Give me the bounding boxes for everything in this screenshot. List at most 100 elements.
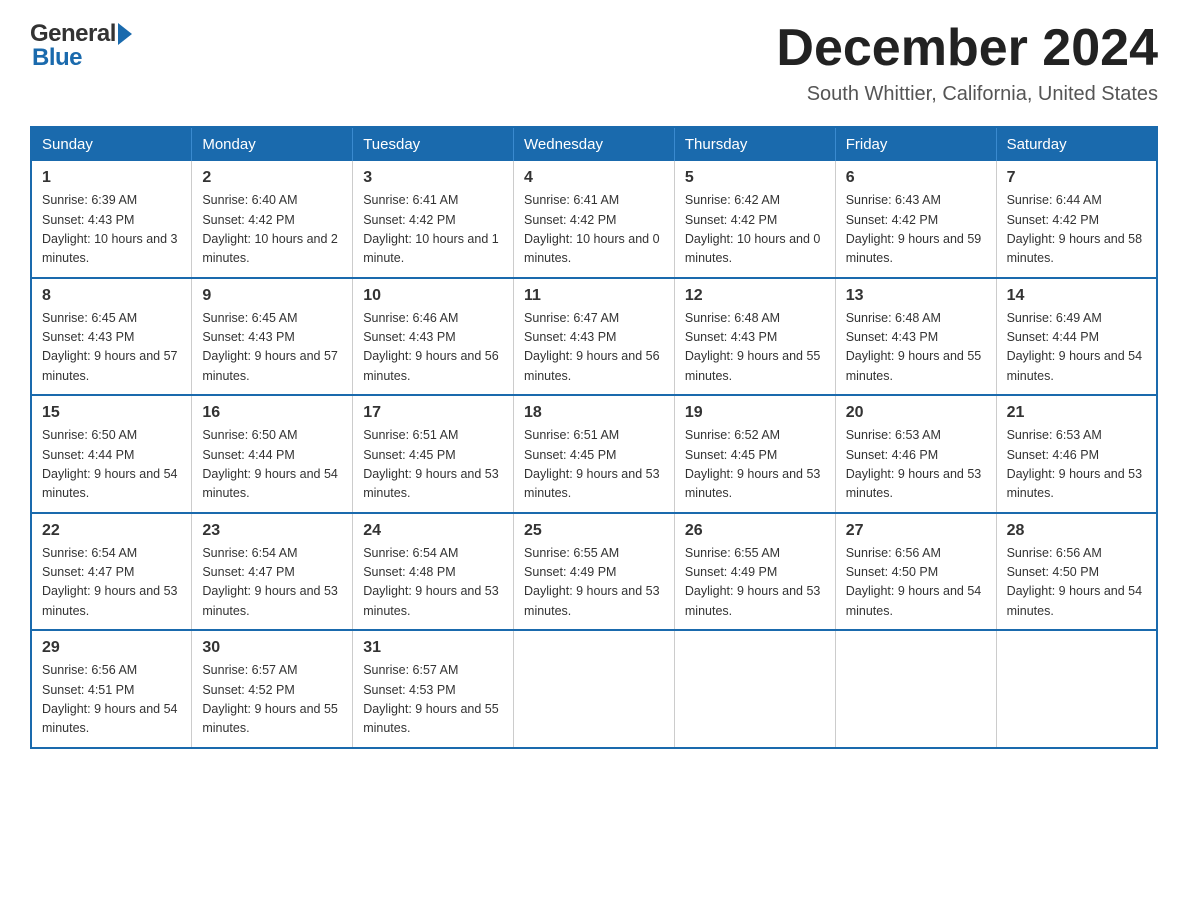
calendar-cell: 9Sunrise: 6:45 AMSunset: 4:43 PMDaylight…	[192, 278, 353, 396]
calendar-cell: 29 Sunrise: 6:56 AMSunset: 4:51 PMDayligh…	[31, 630, 192, 748]
day-info: Sunrise: 6:56 AMSunset: 4:50 PMDaylight:…	[846, 544, 986, 622]
day-number: 25	[524, 522, 664, 540]
day-number: 5	[685, 169, 825, 187]
calendar-subtitle: South Whittier, California, United State…	[776, 83, 1158, 106]
calendar-cell: 10 Sunrise: 6:46 AMSunset: 4:43 PMDayligh…	[353, 278, 514, 396]
day-number: 18	[524, 404, 664, 422]
day-number: 16	[202, 404, 342, 422]
day-info: Sunrise: 6:46 AMSunset: 4:43 PMDaylight:…	[363, 309, 503, 387]
logo-chevron-icon	[118, 23, 132, 45]
calendar-cell: 7 Sunrise: 6:44 AMSunset: 4:42 PMDaylight…	[996, 161, 1157, 278]
day-info: Sunrise: 6:40 AMSunset: 4:42 PMDaylight:…	[202, 191, 342, 269]
day-info: Sunrise: 6:49 AMSunset: 4:44 PMDaylight:…	[1007, 309, 1146, 387]
calendar-cell: 4 Sunrise: 6:41 AMSunset: 4:42 PMDaylight…	[514, 161, 675, 278]
day-number: 9	[202, 287, 342, 305]
weekday-header-tuesday: Tuesday	[353, 127, 514, 161]
calendar-cell: 18 Sunrise: 6:51 AMSunset: 4:45 PMDayligh…	[514, 395, 675, 513]
calendar-cell: 11 Sunrise: 6:47 AMSunset: 4:43 PMDayligh…	[514, 278, 675, 396]
calendar-week-row: 22 Sunrise: 6:54 AMSunset: 4:47 PMDayligh…	[31, 513, 1157, 631]
day-info: Sunrise: 6:44 AMSunset: 4:42 PMDaylight:…	[1007, 191, 1146, 269]
calendar-table: SundayMondayTuesdayWednesdayThursdayFrid…	[30, 126, 1158, 749]
calendar-cell: 16 Sunrise: 6:50 AMSunset: 4:44 PMDayligh…	[192, 395, 353, 513]
calendar-cell: 21Sunrise: 6:53 AMSunset: 4:46 PMDayligh…	[996, 395, 1157, 513]
weekday-header-monday: Monday	[192, 127, 353, 161]
day-info: Sunrise: 6:55 AMSunset: 4:49 PMDaylight:…	[524, 544, 664, 622]
weekday-header-wednesday: Wednesday	[514, 127, 675, 161]
day-number: 4	[524, 169, 664, 187]
calendar-cell: 15 Sunrise: 6:50 AMSunset: 4:44 PMDayligh…	[31, 395, 192, 513]
calendar-cell: 13 Sunrise: 6:48 AMSunset: 4:43 PMDayligh…	[835, 278, 996, 396]
calendar-cell: 8Sunrise: 6:45 AMSunset: 4:43 PMDaylight…	[31, 278, 192, 396]
day-info: Sunrise: 6:48 AMSunset: 4:43 PMDaylight:…	[685, 309, 825, 387]
calendar-week-row: 29 Sunrise: 6:56 AMSunset: 4:51 PMDayligh…	[31, 630, 1157, 748]
calendar-cell: 24 Sunrise: 6:54 AMSunset: 4:48 PMDayligh…	[353, 513, 514, 631]
calendar-cell: 6 Sunrise: 6:43 AMSunset: 4:42 PMDaylight…	[835, 161, 996, 278]
calendar-title: December 2024	[776, 20, 1158, 77]
calendar-cell: 27 Sunrise: 6:56 AMSunset: 4:50 PMDayligh…	[835, 513, 996, 631]
day-info: Sunrise: 6:50 AMSunset: 4:44 PMDaylight:…	[202, 426, 342, 504]
day-info: Sunrise: 6:56 AMSunset: 4:51 PMDaylight:…	[42, 661, 181, 739]
calendar-week-row: 8Sunrise: 6:45 AMSunset: 4:43 PMDaylight…	[31, 278, 1157, 396]
calendar-cell: 23 Sunrise: 6:54 AMSunset: 4:47 PMDayligh…	[192, 513, 353, 631]
calendar-cell: 31 Sunrise: 6:57 AMSunset: 4:53 PMDayligh…	[353, 630, 514, 748]
day-number: 13	[846, 287, 986, 305]
calendar-cell: 17Sunrise: 6:51 AMSunset: 4:45 PMDayligh…	[353, 395, 514, 513]
logo-text-blue: Blue	[32, 44, 82, 72]
weekday-header-thursday: Thursday	[674, 127, 835, 161]
title-block: December 2024 South Whittier, California…	[776, 20, 1158, 106]
weekday-header-friday: Friday	[835, 127, 996, 161]
calendar-cell: 12 Sunrise: 6:48 AMSunset: 4:43 PMDayligh…	[674, 278, 835, 396]
day-number: 22	[42, 522, 181, 540]
calendar-cell: 14Sunrise: 6:49 AMSunset: 4:44 PMDayligh…	[996, 278, 1157, 396]
day-info: Sunrise: 6:57 AMSunset: 4:53 PMDaylight:…	[363, 661, 503, 739]
calendar-cell	[674, 630, 835, 748]
day-number: 10	[363, 287, 503, 305]
weekday-header-row: SundayMondayTuesdayWednesdayThursdayFrid…	[31, 127, 1157, 161]
calendar-cell	[996, 630, 1157, 748]
day-number: 23	[202, 522, 342, 540]
calendar-cell: 20 Sunrise: 6:53 AMSunset: 4:46 PMDayligh…	[835, 395, 996, 513]
calendar-cell: 1 Sunrise: 6:39 AMSunset: 4:43 PMDaylight…	[31, 161, 192, 278]
day-number: 1	[42, 169, 181, 187]
weekday-header-saturday: Saturday	[996, 127, 1157, 161]
day-number: 21	[1007, 404, 1146, 422]
calendar-cell: 3Sunrise: 6:41 AMSunset: 4:42 PMDaylight…	[353, 161, 514, 278]
calendar-week-row: 15 Sunrise: 6:50 AMSunset: 4:44 PMDayligh…	[31, 395, 1157, 513]
day-number: 27	[846, 522, 986, 540]
day-info: Sunrise: 6:48 AMSunset: 4:43 PMDaylight:…	[846, 309, 986, 387]
day-info: Sunrise: 6:54 AMSunset: 4:47 PMDaylight:…	[202, 544, 342, 622]
day-number: 12	[685, 287, 825, 305]
day-info: Sunrise: 6:51 AMSunset: 4:45 PMDaylight:…	[524, 426, 664, 504]
day-info: Sunrise: 6:53 AMSunset: 4:46 PMDaylight:…	[846, 426, 986, 504]
day-info: Sunrise: 6:54 AMSunset: 4:48 PMDaylight:…	[363, 544, 503, 622]
day-number: 7	[1007, 169, 1146, 187]
day-number: 24	[363, 522, 503, 540]
day-number: 3	[363, 169, 503, 187]
day-info: Sunrise: 6:47 AMSunset: 4:43 PMDaylight:…	[524, 309, 664, 387]
day-info: Sunrise: 6:39 AMSunset: 4:43 PMDaylight:…	[42, 191, 181, 269]
day-number: 31	[363, 639, 503, 657]
calendar-week-row: 1 Sunrise: 6:39 AMSunset: 4:43 PMDaylight…	[31, 161, 1157, 278]
day-number: 6	[846, 169, 986, 187]
day-info: Sunrise: 6:55 AMSunset: 4:49 PMDaylight:…	[685, 544, 825, 622]
day-info: Sunrise: 6:54 AMSunset: 4:47 PMDaylight:…	[42, 544, 181, 622]
day-number: 2	[202, 169, 342, 187]
day-number: 19	[685, 404, 825, 422]
day-info: Sunrise: 6:51 AMSunset: 4:45 PMDaylight:…	[363, 426, 503, 504]
day-number: 11	[524, 287, 664, 305]
day-info: Sunrise: 6:42 AMSunset: 4:42 PMDaylight:…	[685, 191, 825, 269]
day-number: 29	[42, 639, 181, 657]
day-info: Sunrise: 6:43 AMSunset: 4:42 PMDaylight:…	[846, 191, 986, 269]
day-number: 28	[1007, 522, 1146, 540]
day-info: Sunrise: 6:41 AMSunset: 4:42 PMDaylight:…	[524, 191, 664, 269]
day-number: 26	[685, 522, 825, 540]
calendar-cell: 2 Sunrise: 6:40 AMSunset: 4:42 PMDaylight…	[192, 161, 353, 278]
page-header: General Blue December 2024 South Whittie…	[30, 20, 1158, 106]
day-info: Sunrise: 6:57 AMSunset: 4:52 PMDaylight:…	[202, 661, 342, 739]
day-info: Sunrise: 6:52 AMSunset: 4:45 PMDaylight:…	[685, 426, 825, 504]
calendar-cell: 28Sunrise: 6:56 AMSunset: 4:50 PMDayligh…	[996, 513, 1157, 631]
day-number: 20	[846, 404, 986, 422]
calendar-cell: 26 Sunrise: 6:55 AMSunset: 4:49 PMDayligh…	[674, 513, 835, 631]
day-info: Sunrise: 6:50 AMSunset: 4:44 PMDaylight:…	[42, 426, 181, 504]
day-number: 15	[42, 404, 181, 422]
